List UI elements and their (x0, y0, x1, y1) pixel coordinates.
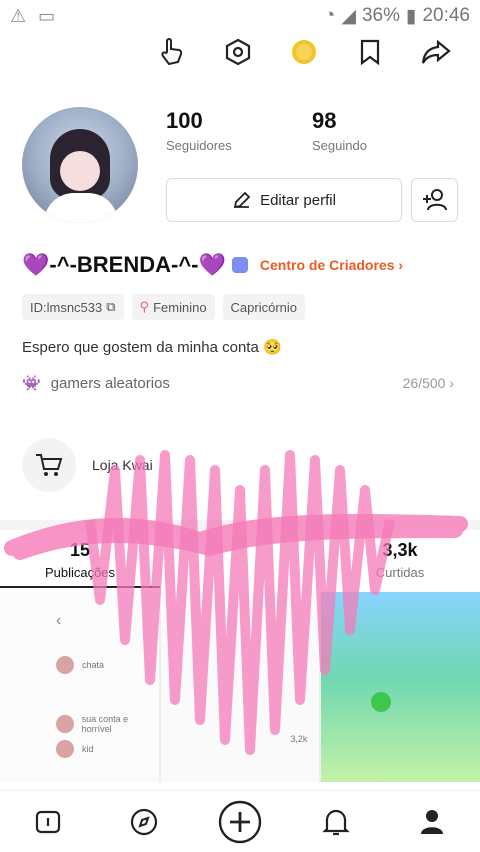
comment-text: chata (82, 660, 105, 670)
comment-text: kid (82, 744, 94, 754)
group-member-count: 26/500 › (402, 375, 454, 391)
profile-tags: ID:lmsnc533 ⧉ ⚲ Feminino Capricórnio (22, 294, 306, 320)
tab-count: 15 (69, 540, 91, 560)
copy-icon[interactable]: ⧉ (106, 299, 115, 315)
back-chevron-icon: ‹ (56, 612, 62, 629)
gender-tag: ⚲ Feminino (131, 294, 215, 320)
cart-icon (22, 438, 76, 492)
avatar (56, 656, 74, 674)
bottom-navigation (0, 790, 480, 852)
avatar-face (60, 151, 100, 191)
add-user-icon (422, 189, 447, 211)
gender-text: Feminino (153, 299, 207, 315)
battery-icon: ▮ (405, 5, 417, 27)
group-icon: 👾 (22, 375, 41, 392)
followers-label: Seguidores (166, 138, 232, 153)
edit-profile-label: Editar perfil (260, 191, 336, 209)
clock: 20:46 (422, 5, 470, 26)
share-icon[interactable] (420, 36, 452, 68)
id-tag[interactable]: ID:lmsnc533 ⧉ (22, 294, 124, 320)
comment-text: sua conta e horrível (81, 714, 129, 734)
bookmark-icon[interactable] (354, 36, 386, 68)
creator-badge-icon (231, 257, 248, 273)
profile-icon[interactable] (410, 800, 454, 844)
voicemail-icon: ▭ (38, 5, 56, 26)
video-thumbnail[interactable]: 3,2k (160, 592, 320, 782)
warning-icon: ⚠ (10, 5, 27, 26)
wifi-icon: ◔ (323, 5, 336, 26)
profile-stats: 100 Seguidores 98 Seguindo (166, 108, 458, 153)
discover-compass-icon[interactable] (122, 800, 166, 844)
coin-icon[interactable] (288, 36, 320, 68)
signal-icon: ◢ (341, 5, 356, 27)
add-friend-button[interactable] (411, 178, 458, 222)
name-row: 💜-^-BRENDA-^-💜 Centro de Criadores › (22, 252, 403, 278)
avatar[interactable] (22, 107, 138, 223)
female-icon: ⚲ (139, 299, 150, 314)
profile-bio: Espero que gostem da minha conta 🥺 (22, 339, 282, 356)
tab-middle[interactable] (160, 540, 320, 588)
followers-stat[interactable]: 100 Seguidores (166, 108, 312, 153)
creator-center-link[interactable]: Centro de Criadores › (260, 257, 403, 273)
shop-entry[interactable]: Loja Kwai (22, 438, 153, 492)
list-item: sua conta e horrível (56, 714, 159, 734)
group-name: gamers aleatorios (50, 374, 170, 392)
settings-hexagon-icon[interactable] (222, 36, 254, 68)
avatar-body (44, 193, 118, 223)
avatar (56, 740, 74, 758)
tab-label: Curtidas (375, 565, 425, 580)
avatar (56, 715, 74, 733)
hand-icon[interactable] (156, 36, 188, 68)
zodiac-tag: Capricórnio (222, 294, 306, 320)
followers-count: 100 (166, 108, 203, 133)
status-bar: ⚠ ▭ ◔ ◢ 36% ▮ 20:46 (0, 0, 480, 32)
pencil-icon (233, 191, 251, 209)
video-thumbnail[interactable]: ‹ chata sua conta e horrível kid (0, 592, 159, 782)
video-grid: ‹ chata sua conta e horrível kid 3,2k (0, 592, 480, 782)
zodiac-text: Capricórnio (230, 299, 298, 315)
following-label: Seguindo (312, 138, 367, 153)
id-text: ID:lmsnc533 (30, 299, 103, 315)
whatsapp-icon (371, 692, 392, 712)
group-row[interactable]: 👾 gamers aleatorios 26/500 › (22, 374, 454, 393)
tab-curtidas[interactable]: 3,3k Curtidas (320, 540, 480, 588)
list-item: chata (56, 656, 104, 674)
video-thumbnail[interactable] (321, 592, 480, 782)
notifications-bell-icon[interactable] (314, 800, 358, 844)
view-count: 3,2k (290, 734, 308, 744)
tab-label: Publicações (44, 565, 116, 580)
following-count: 98 (312, 108, 337, 133)
battery-percent: 36% (361, 5, 400, 26)
content-tabs: 15 Publicações 3,3k Curtidas (0, 540, 480, 588)
section-divider (0, 520, 480, 530)
tab-count: 3,3k (382, 540, 418, 560)
create-plus-icon[interactable] (218, 800, 262, 844)
profile-name: 💜-^-BRENDA-^-💜 (22, 252, 226, 277)
edit-profile-button[interactable]: Editar perfil (166, 178, 402, 222)
home-icon[interactable] (26, 800, 70, 844)
shop-label: Loja Kwai (92, 457, 153, 473)
list-item: kid (56, 740, 94, 758)
top-actions (156, 36, 452, 68)
tab-publicacoes[interactable]: 15 Publicações (0, 540, 160, 588)
following-stat[interactable]: 98 Seguindo (312, 108, 458, 153)
